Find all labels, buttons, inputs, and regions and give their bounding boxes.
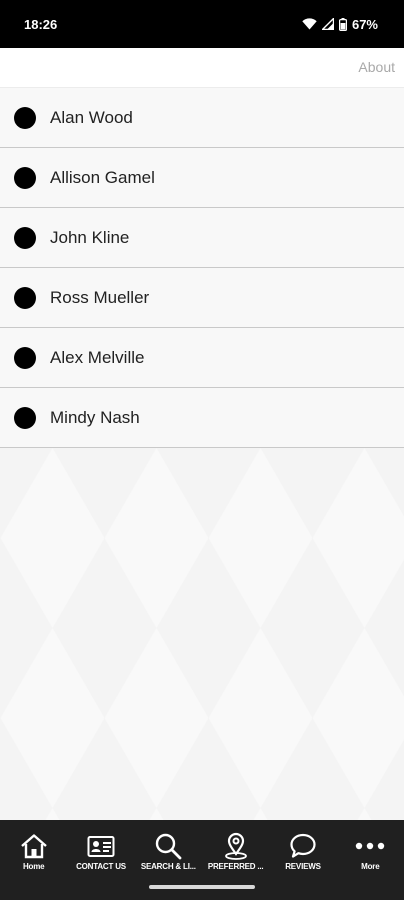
contact-bullet-icon bbox=[14, 226, 36, 249]
nav-label: CONTACT US bbox=[76, 862, 126, 871]
search-icon bbox=[154, 832, 182, 860]
nav-label: PREFERRED ... bbox=[207, 862, 264, 871]
gesture-area bbox=[0, 878, 404, 900]
contact-row-ross-mueller[interactable]: Ross Mueller bbox=[0, 268, 404, 328]
nav-more[interactable]: More bbox=[337, 820, 404, 878]
battery-percent: 67% bbox=[351, 16, 378, 32]
screen: 18:26 67% About Alan Wood Allison Gamel bbox=[0, 0, 404, 900]
contact-name: Ross Mueller bbox=[50, 287, 150, 307]
home-icon bbox=[20, 832, 48, 860]
nav-contact-us[interactable]: CONTACT US bbox=[67, 820, 134, 878]
status-time: 18:26 bbox=[24, 16, 58, 32]
wifi-icon bbox=[302, 18, 317, 30]
cell-signal-icon bbox=[321, 18, 334, 30]
contact-name: Mindy Nash bbox=[50, 407, 140, 427]
contact-bullet-icon bbox=[14, 106, 36, 129]
contact-row-alan-wood[interactable]: Alan Wood bbox=[0, 88, 404, 148]
contact-card-icon bbox=[87, 832, 115, 860]
contact-name: Alex Melville bbox=[50, 347, 145, 367]
about-link[interactable]: About bbox=[358, 59, 395, 75]
contact-name: John Kline bbox=[50, 227, 130, 247]
home-gesture-handle[interactable] bbox=[149, 885, 255, 889]
nav-preferred[interactable]: PREFERRED ... bbox=[202, 820, 269, 878]
nav-label: REVIEWS bbox=[285, 862, 321, 871]
nav-reviews[interactable]: REVIEWS bbox=[269, 820, 336, 878]
contact-bullet-icon bbox=[14, 286, 36, 309]
contact-row-mindy-nash[interactable]: Mindy Nash bbox=[0, 388, 404, 448]
bottom-nav: Home CONTACT US SEARCH & LI... PREFERRED… bbox=[0, 820, 404, 878]
contact-row-alex-melville[interactable]: Alex Melville bbox=[0, 328, 404, 388]
more-dots-icon bbox=[355, 832, 385, 860]
nav-home[interactable]: Home bbox=[0, 820, 67, 878]
nav-label: SEARCH & LI... bbox=[140, 862, 196, 871]
contact-name: Alan Wood bbox=[50, 107, 133, 127]
status-bar: 18:26 67% bbox=[0, 0, 404, 48]
status-icons: 67% bbox=[302, 17, 378, 32]
nav-search-listings[interactable]: SEARCH & LI... bbox=[135, 820, 202, 878]
contact-row-john-kline[interactable]: John Kline bbox=[0, 208, 404, 268]
map-pin-icon bbox=[223, 832, 249, 860]
nav-label: Home bbox=[22, 862, 45, 871]
battery-icon bbox=[338, 17, 347, 31]
contact-list: Alan Wood Allison Gamel John Kline Ross … bbox=[0, 88, 404, 448]
contact-row-allison-gamel[interactable]: Allison Gamel bbox=[0, 148, 404, 208]
contact-name: Allison Gamel bbox=[50, 167, 155, 187]
nav-label: More bbox=[361, 862, 380, 871]
contact-bullet-icon bbox=[14, 406, 36, 429]
contact-bullet-icon bbox=[14, 346, 36, 369]
app-header: About bbox=[0, 48, 404, 88]
contact-bullet-icon bbox=[14, 166, 36, 189]
chat-bubble-icon bbox=[289, 832, 317, 860]
